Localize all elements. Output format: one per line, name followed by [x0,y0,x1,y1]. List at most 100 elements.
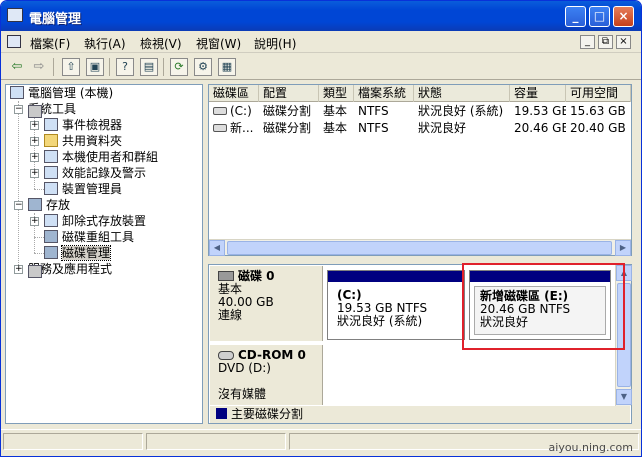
status-segment [3,433,143,450]
drive-icon [213,124,227,132]
cdrom-icon [218,351,234,360]
volume-status: 狀況良好 (系統) [418,104,504,118]
close-button[interactable]: × [613,6,634,27]
menu-file[interactable]: 檔案(F) [30,35,70,52]
col-filesystem[interactable]: 檔案系統 [354,85,414,102]
tree-local-users-groups[interactable]: 本機使用者和群組 [44,149,158,165]
col-volume[interactable]: 磁碟區 [209,85,259,102]
export-icon[interactable]: ⚙ [194,58,212,76]
disk-legend: 主要磁碟分割 [210,406,630,423]
cdrom-0-info[interactable]: CD-ROM 0 DVD (D:) 沒有媒體 [210,345,323,405]
forward-icon[interactable]: ⇨ [30,58,48,76]
tree-event-viewer[interactable]: 事件檢視器 [44,117,122,133]
volume-capacity: 20.46 GB [514,121,566,135]
volume-free-space: 15.63 GB [570,104,626,118]
title-bar[interactable]: 電腦管理 _ □ × [1,1,641,31]
tree-defragmenter[interactable]: 磁碟重組工具 [44,229,134,245]
up-folder-icon[interactable]: ⇧ [62,58,80,76]
child-restore-button[interactable]: ⧉ [598,35,613,49]
status-segment [146,433,286,450]
volume-filesystem: NTFS [358,121,389,135]
volume-row[interactable]: (C:) 磁碟分割 基本 NTFS 狀況良好 (系統) 19.53 GB 15.… [209,103,631,120]
child-close-button[interactable]: × [616,35,631,49]
primary-partition-bar [328,271,464,282]
tree-storage[interactable]: 存放 [28,197,70,213]
menu-action[interactable]: 執行(A) [84,35,126,52]
disk-0-info[interactable]: 磁碟 0 基本 40.00 GB 連線 [210,266,323,341]
maximize-button[interactable]: □ [589,6,610,27]
volume-list: 磁碟區 配置 類型 檔案系統 狀態 容量 可用空間 (C:) 磁碟分割 基本 N… [208,84,632,256]
toolbar-separator [163,58,164,76]
expand-services[interactable]: + [14,265,23,274]
tree-performance-logs[interactable]: 效能記錄及警示 [44,165,146,181]
console-tree: 電腦管理 (本機) − 系統工具 + 事件檢視器 + 共用資料夾 + 本機使用者… [5,84,203,424]
expand-performance-logs[interactable]: + [30,169,39,178]
window-title: 電腦管理 [29,12,82,27]
scroll-left-button[interactable]: ◀ [209,240,225,256]
tree-removable-storage[interactable]: 卸除式存放裝置 [44,213,146,229]
col-capacity[interactable]: 容量 [510,85,566,102]
computer-management-icon [7,8,23,22]
tree-root[interactable]: 電腦管理 (本機) [10,85,113,101]
tree-line [18,101,19,269]
volume-layout: 磁碟分割 [263,104,312,118]
volume-capacity: 19.53 GB [514,104,566,118]
toolbar-separator [109,58,110,76]
users-icon [44,150,58,163]
tree-services-apps[interactable]: 服務及應用程式 [28,261,112,278]
mmc-doc-icon[interactable] [7,35,21,48]
disk-0-status: 連線 [218,308,243,322]
volume-layout: 磁碟分割 [263,121,312,135]
col-type[interactable]: 類型 [319,85,354,102]
tree-disk-management[interactable]: 磁碟管理 [44,245,112,261]
refresh-icon[interactable]: ⟳ [170,58,188,76]
scroll-right-button[interactable]: ▶ [615,240,631,256]
volume-list-hscrollbar[interactable]: ◀ ▶ [209,239,631,256]
tree-device-manager[interactable]: 裝置管理員 [44,181,122,197]
expand-shared-folders[interactable]: + [30,137,39,146]
col-status[interactable]: 狀態 [414,85,510,102]
hard-disk-icon [218,271,234,281]
primary-partition-swatch [216,408,227,419]
computer-management-window: 電腦管理 _ □ × 檔案(F) 執行(A) 檢視(V) 視窗(W) 說明(H)… [0,0,642,457]
minimize-button[interactable]: _ [565,6,586,27]
menu-window[interactable]: 視窗(W) [196,35,241,52]
scroll-thumb[interactable] [227,241,612,255]
partition-c-status: 狀況良好 (系統) [337,314,423,328]
properties-icon[interactable]: ? [116,58,134,76]
volume-list-header: 磁碟區 配置 類型 檔案系統 狀態 容量 可用空間 [209,85,631,102]
scroll-down-button[interactable]: ▼ [616,389,632,405]
child-minimize-button[interactable]: _ [580,35,595,49]
volume-filesystem: NTFS [358,104,389,118]
computer-icon [10,86,24,99]
back-icon[interactable]: ⇦ [8,58,26,76]
tree-shared-folders[interactable]: 共用資料夾 [44,133,122,149]
toolbar-separator [53,58,54,76]
volume-name: 新... [209,120,259,136]
disk-props-icon[interactable]: ▦ [218,58,236,76]
drive-icon [213,107,227,115]
show-tree-icon[interactable]: ▣ [86,58,104,76]
col-layout[interactable]: 配置 [259,85,319,102]
col-free-space[interactable]: 可用空間 [566,85,631,102]
help-icon[interactable]: ▤ [140,58,158,76]
expand-removable-storage[interactable]: + [30,217,39,226]
legend-label: 主要磁碟分割 [231,407,304,421]
cdrom-0-type: DVD (D:) [218,361,271,375]
tree-system-tools[interactable]: 系統工具 [28,101,76,118]
toolbar: ⇦ ⇨ ⇧ ▣ ? ▤ ⟳ ⚙ ▦ [1,54,641,80]
expand-local-users[interactable]: + [30,153,39,162]
expand-event-viewer[interactable]: + [30,121,39,130]
volume-row[interactable]: 新... 磁碟分割 基本 NTFS 狀況良好 20.46 GB 20.40 GB [209,120,631,137]
removable-storage-icon [44,214,58,227]
annotation-highlight [462,263,625,350]
partition-c[interactable]: (C:) 19.53 GB NTFS 狀況良好 (系統) [327,270,465,340]
menu-help[interactable]: 說明(H) [254,35,296,52]
performance-icon [44,166,58,179]
collapse-storage[interactable]: − [14,201,23,210]
tree-line [34,237,44,238]
menu-view[interactable]: 檢視(V) [140,35,182,52]
collapse-system-tools[interactable]: − [14,105,23,114]
volume-free-space: 20.40 GB [570,121,626,135]
volume-type: 基本 [323,121,348,135]
